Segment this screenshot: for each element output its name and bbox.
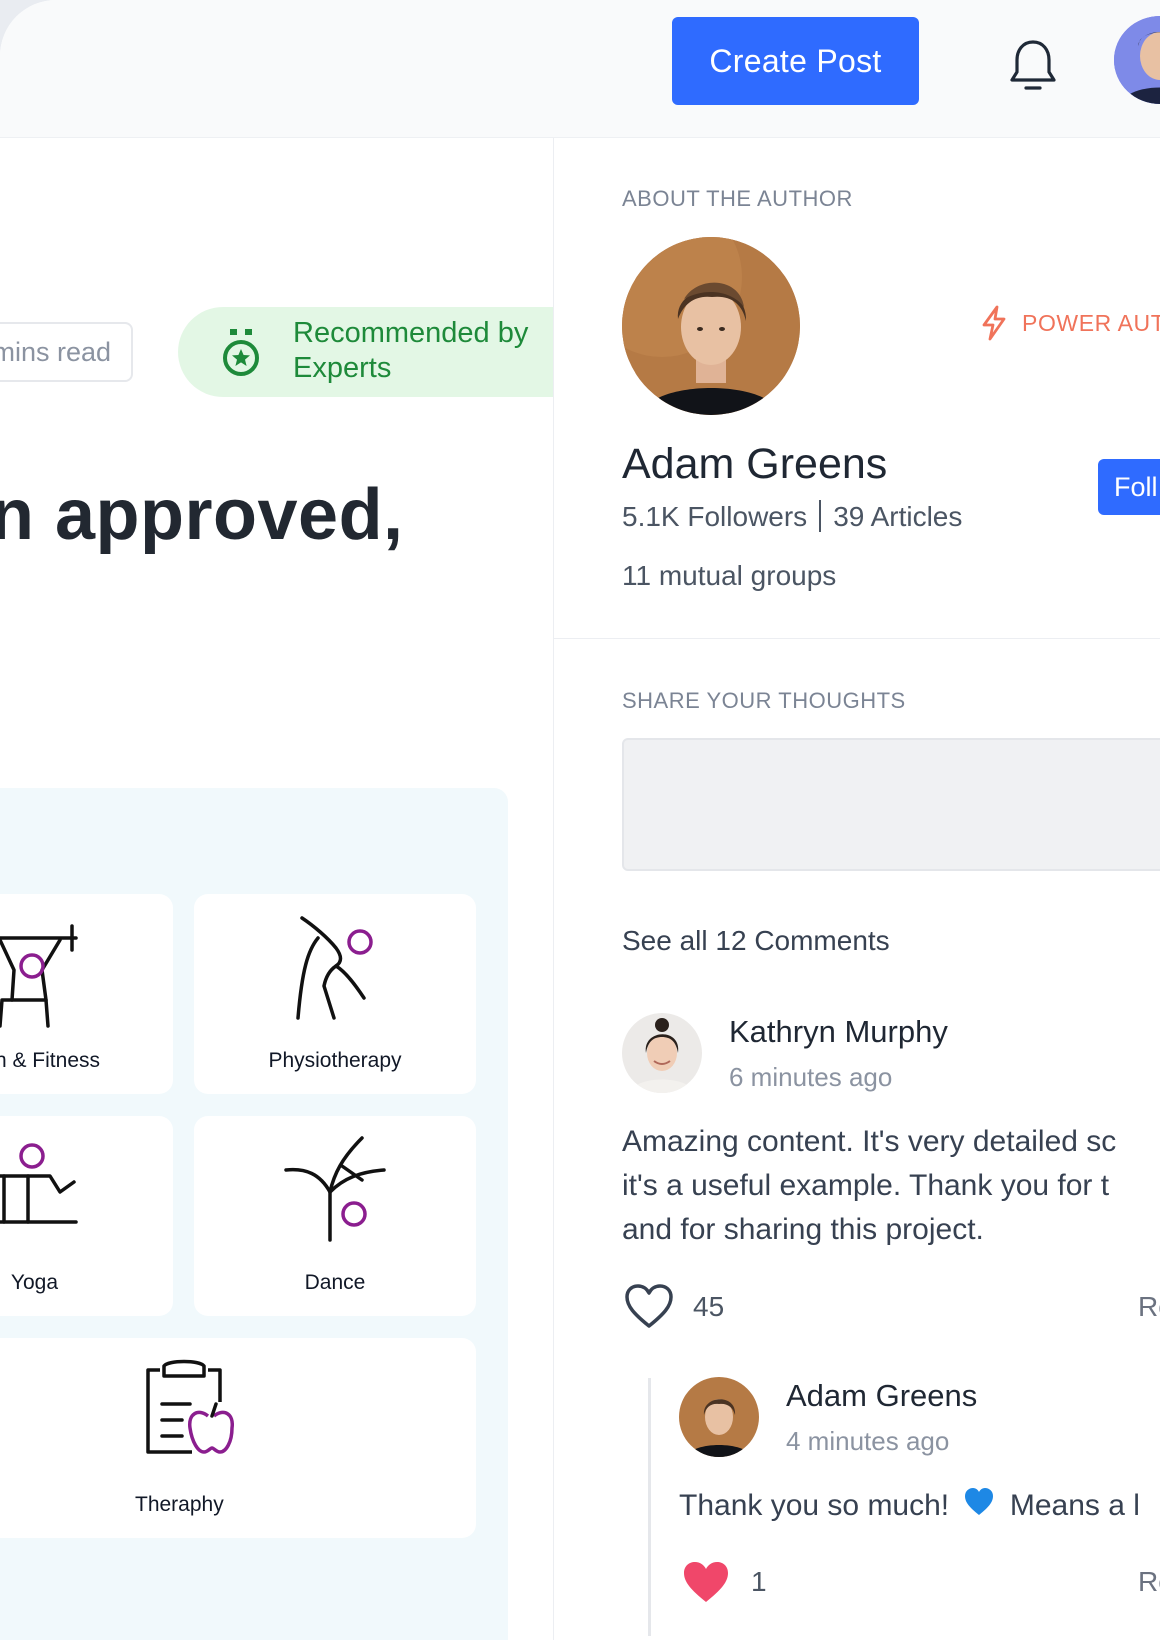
dance-icon (284, 1136, 386, 1242)
read-time-text: mins read (0, 336, 111, 367)
therapy-clipboard-icon (146, 1359, 234, 1454)
user-avatar[interactable] (1114, 16, 1160, 104)
app-frame: Create Post mins read Recommended by Exp… (0, 0, 1160, 1640)
recommended-badge: Recommended by Experts (178, 307, 554, 397)
category-label: Theraphy (135, 1493, 224, 1516)
category-card-yoga[interactable]: Yoga (0, 1116, 173, 1316)
physiotherapy-icon (296, 916, 373, 1020)
reply-reply-button[interactable]: Re (1138, 1566, 1160, 1598)
comment-line: it's a useful example. Thank you for t (622, 1169, 1110, 1202)
followers-count[interactable]: 5.1K Followers (622, 501, 807, 532)
comment-line: and for sharing this project. (622, 1213, 984, 1246)
follow-button[interactable]: Foll (1098, 459, 1160, 515)
share-thoughts-label: SHARE YOUR THOUGHTS (622, 688, 906, 713)
mutual-groups[interactable]: 11 mutual groups (622, 560, 836, 592)
author-stats: 5.1K Followers 39 Articles (622, 500, 962, 533)
like-count: 45 (693, 1291, 725, 1322)
categories-panel: n & Fitness Physiotherapy Yoga Dance The… (0, 788, 508, 1640)
article-headline: n approved, (0, 475, 404, 555)
reply-text-end: Means a l (1009, 1489, 1140, 1522)
comment-line: Amazing content. It's very detailed sc (622, 1125, 1117, 1158)
category-label: Yoga (10, 1271, 58, 1294)
reply-like-count: 1 (751, 1566, 767, 1597)
heart-outline-icon[interactable] (624, 1284, 674, 1330)
commenter-avatar[interactable] (622, 1013, 702, 1093)
about-author-label: ABOUT THE AUTHOR (622, 186, 853, 211)
comment-text: Amazing content. It's very detailed sc i… (622, 1120, 1116, 1252)
author-avatar[interactable] (622, 237, 800, 415)
reply-text: Thank you so much! Means a l (679, 1484, 1140, 1528)
category-card-dance[interactable]: Dance (194, 1116, 476, 1316)
power-author-badge: POWER AUT (980, 305, 1160, 341)
lightning-icon (982, 305, 1006, 341)
medal-icon (223, 329, 259, 376)
weightlifting-icon (0, 924, 78, 1028)
section-divider (554, 638, 1160, 639)
stats-separator (819, 500, 822, 532)
reply-button[interactable]: Re (1138, 1291, 1160, 1323)
column-divider (553, 138, 554, 1640)
category-label: Dance (304, 1271, 366, 1294)
reply-timestamp: 4 minutes ago (786, 1426, 950, 1456)
reply-thread-line (648, 1378, 651, 1636)
see-all-comments-link[interactable]: See all 12 Comments (622, 925, 890, 957)
yoga-icon (0, 1143, 78, 1224)
blue-heart-icon (965, 1488, 994, 1515)
comment-timestamp: 6 minutes ago (729, 1062, 893, 1092)
comment-input[interactable] (622, 738, 1160, 871)
category-card-physiotherapy[interactable]: Physiotherapy (194, 894, 476, 1094)
category-card-therapy[interactable]: Theraphy (0, 1338, 476, 1538)
author-name[interactable]: Adam Greens (622, 440, 887, 489)
articles-count[interactable]: 39 Articles (833, 501, 962, 532)
commenter-name[interactable]: Kathryn Murphy (729, 1014, 948, 1050)
category-label: n & Fitness (0, 1049, 100, 1072)
heart-filled-icon[interactable] (682, 1560, 730, 1604)
read-time-chip: mins read (0, 322, 133, 382)
power-author-text: POWER AUT (1022, 309, 1160, 336)
recommended-text: Recommended by Experts (293, 317, 529, 384)
reply-author-avatar[interactable] (679, 1377, 759, 1457)
create-post-button[interactable]: Create Post (672, 17, 919, 105)
bell-icon[interactable] (1008, 38, 1058, 92)
category-label: Physiotherapy (268, 1049, 402, 1072)
reply-text-start: Thank you so much! (679, 1489, 950, 1522)
top-bar: Create Post (0, 0, 1160, 138)
reply-author-name[interactable]: Adam Greens (786, 1378, 977, 1414)
category-card-fitness[interactable]: n & Fitness (0, 894, 173, 1094)
